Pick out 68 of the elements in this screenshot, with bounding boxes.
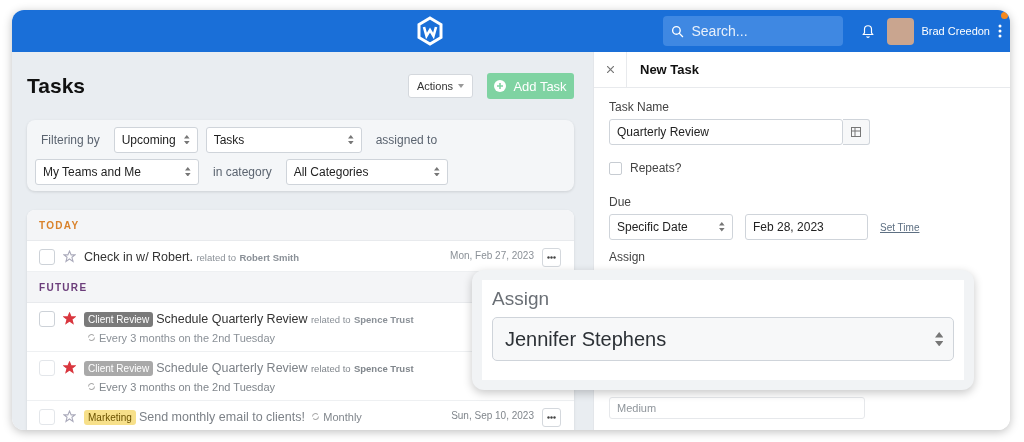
more-icon[interactable] [998, 24, 1002, 38]
related-name[interactable]: Spence Trust [353, 363, 414, 374]
period-select[interactable]: Upcoming [113, 126, 198, 153]
task-menu-button[interactable] [542, 248, 561, 267]
close-icon [606, 66, 614, 73]
sort-arrows-icon [434, 166, 440, 177]
task-name-field[interactable]: Quarterly Review [609, 119, 843, 145]
type-select[interactable]: Tasks [205, 126, 362, 153]
sort-arrows-icon [184, 134, 190, 145]
related-label: related to [196, 252, 237, 263]
star-icon[interactable] [63, 361, 76, 374]
hexagon-logo-icon [416, 16, 444, 46]
tag-label: Client Review [84, 361, 154, 376]
page-title: Tasks [27, 74, 85, 98]
task-menu-button[interactable] [542, 408, 561, 427]
sort-arrows-icon [185, 166, 191, 177]
due-type-select[interactable]: Specific Date [609, 214, 733, 240]
repeats-checkbox[interactable]: Repeats? [609, 161, 995, 175]
filter-label: Filtering by [41, 132, 100, 147]
task-checkbox[interactable] [39, 249, 55, 265]
repeat-icon [87, 333, 96, 342]
task-checkbox[interactable] [39, 360, 55, 376]
field-label: Assign [609, 250, 647, 264]
task-checkbox[interactable] [39, 311, 55, 327]
tag-label: Marketing [84, 410, 136, 425]
tag-label: Client Review [84, 312, 154, 327]
repeat-icon [87, 382, 96, 391]
related-label: related to [310, 363, 351, 374]
field-label: Task Name [609, 100, 671, 114]
search-icon [670, 24, 684, 38]
assign-select[interactable]: Jennifer Stephens [492, 317, 954, 361]
related-label: related to [310, 314, 351, 325]
task-date: Sun, Sep 10, 2023 [450, 410, 534, 421]
more-icon [547, 256, 556, 259]
set-time-link[interactable]: Set Time [880, 221, 920, 233]
task-title[interactable]: Check in w/ Robert. [84, 250, 194, 264]
avatar-placeholder[interactable] [886, 17, 914, 45]
sort-arrows-icon [719, 222, 725, 232]
repeat-text: Every 3 months on the 2nd Tuesday [99, 332, 276, 344]
bell-icon[interactable] [860, 23, 875, 39]
user-name[interactable]: Brad Creedon [921, 25, 990, 37]
star-icon[interactable] [63, 312, 76, 325]
grid-icon [851, 127, 861, 137]
filter-label: assigned to [375, 132, 438, 147]
section-heading: TODAY [27, 210, 574, 241]
task-date: Mon, Feb 27, 2023 [449, 250, 534, 261]
task-checkbox[interactable] [39, 409, 55, 425]
star-icon[interactable] [63, 410, 76, 423]
sort-arrows-icon [934, 331, 943, 347]
task-title[interactable]: Schedule Quarterly Review [156, 361, 308, 375]
more-icon [547, 416, 556, 419]
plus-circle-icon [494, 80, 507, 92]
assignee-select[interactable]: My Teams and Me [35, 158, 199, 185]
repeat-text: Every 3 months on the 2nd Tuesday [99, 381, 276, 393]
panel-title: New Task [640, 62, 699, 77]
repeat-text: Monthly [323, 411, 362, 423]
sort-arrows-icon [348, 134, 354, 145]
actions-button[interactable]: Actions [407, 74, 473, 98]
template-button[interactable] [843, 119, 870, 145]
repeat-icon [311, 412, 321, 421]
caret-icon [458, 84, 464, 88]
due-date-field[interactable]: Feb 28, 2023 [745, 214, 868, 240]
category-select[interactable]: All Categories [285, 158, 448, 185]
task-title[interactable]: Send monthly email to clients! [138, 410, 305, 424]
filter-label: in category [213, 164, 272, 179]
star-icon[interactable] [63, 250, 76, 263]
task-title[interactable]: Schedule Quarterly Review [156, 312, 308, 326]
field-label: Due [609, 195, 632, 209]
